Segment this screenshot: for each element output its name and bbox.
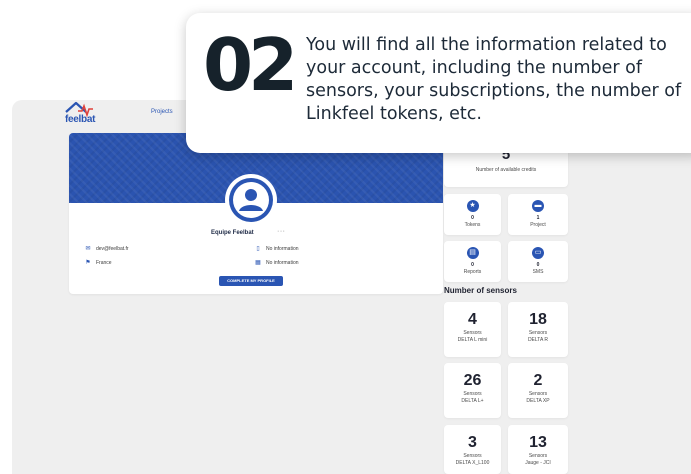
email-value: dev@feelbat.fr — [96, 245, 129, 252]
company-value: No information — [266, 259, 299, 266]
sensor-label: Sensors — [463, 391, 482, 397]
sensor-count: 13 — [529, 434, 547, 451]
country-row: ⚑ France — [85, 259, 112, 267]
building-icon: ▦ — [255, 260, 261, 266]
email-row: ✉ dev@feelbat.fr — [85, 245, 129, 253]
project-card[interactable]: ▬ 1 Project — [508, 194, 568, 235]
project-label: Project — [530, 222, 546, 228]
reports-label: Reports — [463, 269, 482, 275]
sensor-label: Sensors — [463, 453, 482, 459]
report-icon: ▤ — [466, 247, 479, 259]
tutorial-callout: 02 You will find all the information rel… — [186, 13, 691, 153]
reports-card[interactable]: ▤ 0 Reports — [444, 241, 501, 282]
tokens-value: 0 — [471, 215, 474, 221]
sensor-model: DELTA R — [527, 337, 549, 343]
project-value: 1 — [536, 215, 540, 221]
app-window: feelbat Projects Equipe Feelbat ··· ✉ de… — [12, 100, 691, 474]
sensors-section-title: Number of sensors — [444, 286, 517, 295]
flag-icon: ⚑ — [85, 260, 91, 266]
sensor-label: Sensors — [528, 330, 548, 336]
sms-card[interactable]: ▭ 0 SMS — [508, 241, 568, 282]
sensor-label: Sensors — [528, 391, 548, 397]
sensor-count: 3 — [468, 434, 477, 451]
sensor-card[interactable]: 18 Sensors DELTA R — [508, 302, 568, 357]
sensor-count: 26 — [463, 372, 482, 389]
sensor-card[interactable]: 2 Sensors DELTA XP — [508, 363, 568, 418]
sensor-model: DELTA L mini — [457, 337, 488, 343]
sensor-label: Sensors — [528, 453, 548, 459]
credits-label: Number of available credits — [475, 167, 537, 173]
sensor-count: 18 — [529, 311, 547, 328]
folder-icon: ▬ — [532, 200, 544, 212]
phone-icon: ▯ — [256, 246, 260, 252]
callout-text: You will find all the information relate… — [306, 35, 682, 124]
sensor-model: DELTA X_L100 — [455, 460, 490, 466]
avatar[interactable] — [225, 174, 277, 226]
sms-icon: ▭ — [532, 247, 544, 259]
sms-label: SMS — [532, 269, 544, 275]
sensor-count: 4 — [468, 311, 477, 328]
step-number: 02 — [203, 23, 298, 107]
phone-row: ▯ No information — [255, 245, 299, 253]
company-row: ▦ No information — [255, 259, 299, 267]
user-avatar-icon — [229, 178, 273, 222]
sms-value: 0 — [536, 262, 540, 268]
country-value: France — [96, 259, 112, 266]
sensor-card[interactable]: 13 Sensors Jauge - JCI — [508, 425, 568, 474]
profile-card: Equipe Feelbat ··· ✉ dev@feelbat.fr ⚑ Fr… — [69, 133, 443, 294]
tokens-label: Tokens — [464, 222, 481, 228]
star-icon: ★ — [466, 200, 479, 212]
sensor-model: Jauge - JCI — [525, 460, 551, 466]
phone-value: No information — [266, 245, 299, 252]
feelbat-logo[interactable]: feelbat — [64, 100, 104, 128]
sensor-count: 2 — [533, 372, 543, 389]
sensor-card[interactable]: 3 Sensors DELTA X_L100 — [444, 425, 501, 474]
reports-value: 0 — [471, 262, 474, 268]
sensor-label: Sensors — [463, 330, 482, 336]
sensor-card[interactable]: 26 Sensors DELTA L+ — [444, 363, 501, 418]
logo-text: feelbat — [65, 114, 96, 125]
more-options-button[interactable]: ··· — [277, 228, 286, 235]
user-name: Equipe Feelbat — [211, 230, 254, 236]
complete-profile-button[interactable]: COMPLETE MY PROFILE — [219, 276, 283, 286]
nav-projects[interactable]: Projects — [151, 109, 173, 115]
sensor-card[interactable]: 4 Sensors DELTA L mini — [444, 302, 501, 357]
tokens-card[interactable]: ★ 0 Tokens — [444, 194, 501, 235]
sensor-model: DELTA XP — [526, 398, 550, 404]
sensor-model: DELTA L+ — [461, 398, 484, 404]
email-icon: ✉ — [85, 246, 91, 252]
